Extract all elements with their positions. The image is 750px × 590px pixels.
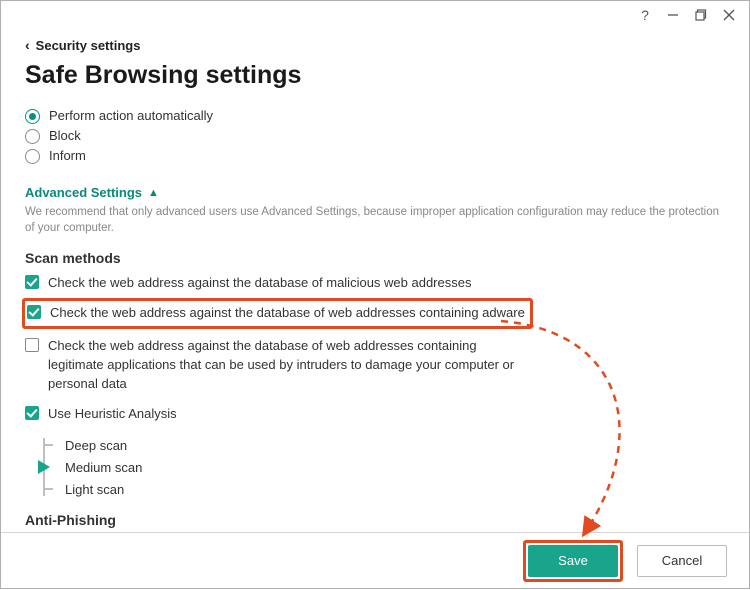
scan-level-light[interactable]: Light scan	[65, 478, 725, 500]
footer-bar: Save Cancel	[1, 532, 749, 588]
checkbox-icon	[25, 338, 39, 352]
save-button[interactable]: Save	[528, 545, 618, 577]
checkbox-heuristic[interactable]: Use Heuristic Analysis	[25, 405, 725, 424]
checkbox-malicious-db[interactable]: Check the web address against the databa…	[25, 274, 725, 293]
annotation-highlight: Check the web address against the databa…	[22, 298, 533, 329]
checkbox-legitimate-apps-db[interactable]: Check the web address against the databa…	[25, 337, 725, 394]
checkbox-label: Check the web address against the databa…	[48, 274, 471, 293]
radio-label: Inform	[49, 148, 86, 163]
breadcrumb-label: Security settings	[36, 38, 141, 53]
slider-marker-icon	[38, 460, 50, 474]
advanced-settings-toggle[interactable]: Advanced Settings ▲	[25, 185, 725, 200]
cancel-button[interactable]: Cancel	[637, 545, 727, 577]
page-title: Safe Browsing settings	[25, 61, 725, 90]
checkbox-adware-db[interactable]: Check the web address against the databa…	[27, 304, 525, 323]
minimize-icon[interactable]	[659, 4, 687, 26]
chevron-up-icon: ▲	[148, 187, 159, 199]
scan-level-label: Light scan	[65, 482, 124, 497]
scan-depth-slider[interactable]: Deep scan Medium scan Light scan	[43, 434, 725, 500]
radio-perform-auto[interactable]: Perform action automatically	[25, 108, 725, 123]
maximize-icon[interactable]	[687, 4, 715, 26]
slider-tick-icon	[43, 444, 53, 446]
slider-tick-icon	[43, 488, 53, 490]
advanced-settings-note: We recommend that only advanced users us…	[25, 204, 725, 236]
help-icon[interactable]: ?	[631, 4, 659, 26]
radio-block[interactable]: Block	[25, 128, 725, 143]
radio-icon	[25, 149, 40, 164]
radio-inform[interactable]: Inform	[25, 148, 725, 163]
radio-label: Block	[49, 128, 81, 143]
radio-label: Perform action automatically	[49, 108, 213, 123]
checkbox-icon	[25, 275, 39, 289]
advanced-settings-label: Advanced Settings	[25, 185, 142, 200]
checkbox-label: Use Heuristic Analysis	[48, 405, 177, 424]
checkbox-label: Check the web address against the databa…	[50, 304, 525, 323]
checkbox-icon	[27, 305, 41, 319]
breadcrumb-back[interactable]: ‹ Security settings	[25, 37, 725, 53]
scan-level-label: Medium scan	[65, 460, 142, 475]
anti-phishing-heading: Anti-Phishing	[25, 512, 725, 528]
chevron-left-icon: ‹	[25, 37, 30, 53]
scan-level-deep[interactable]: Deep scan	[65, 434, 725, 456]
scan-level-medium[interactable]: Medium scan	[65, 456, 725, 478]
annotation-highlight: Save	[523, 540, 623, 582]
window-titlebar: ?	[1, 1, 749, 29]
radio-icon	[25, 109, 40, 124]
checkbox-icon	[25, 406, 39, 420]
close-icon[interactable]	[715, 4, 743, 26]
scan-methods-heading: Scan methods	[25, 250, 725, 266]
checkbox-label: Check the web address against the databa…	[48, 337, 528, 394]
scan-level-label: Deep scan	[65, 438, 127, 453]
radio-icon	[25, 129, 40, 144]
